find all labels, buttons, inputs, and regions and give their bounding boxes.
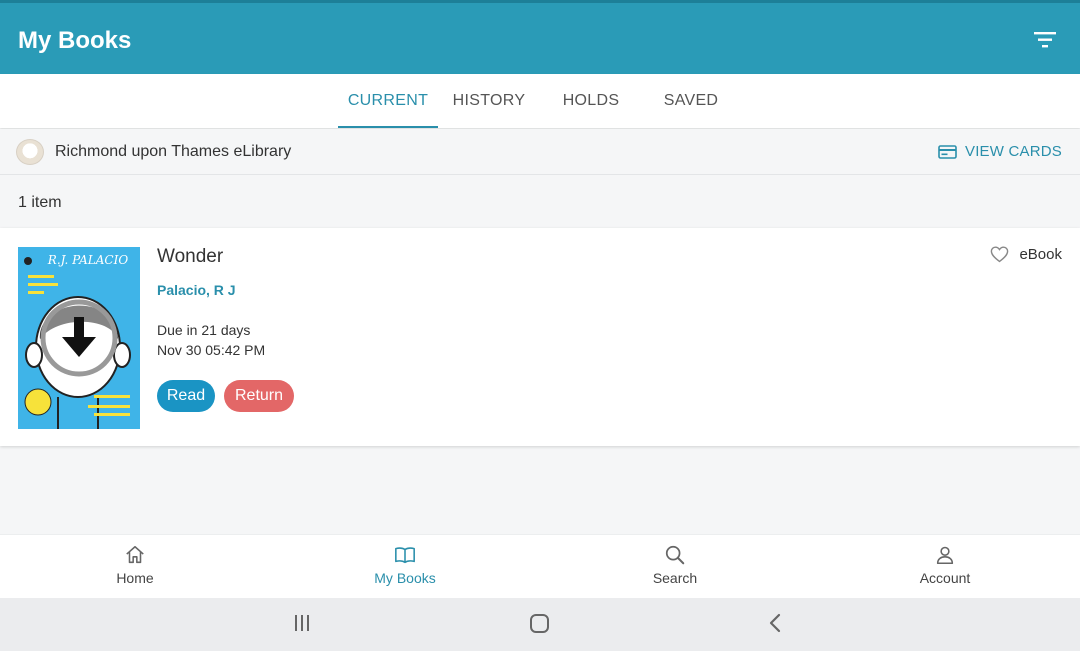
library-logo [16, 139, 44, 165]
page-title: My Books [18, 27, 132, 54]
return-button[interactable]: Return [224, 380, 294, 412]
filter-icon[interactable] [1034, 31, 1056, 49]
due-in: Due in 21 days [157, 322, 251, 338]
account-icon [936, 546, 954, 565]
book-title[interactable]: Wonder [157, 246, 223, 268]
due-info: Due in 21 days Nov 30 05:42 PM [157, 320, 265, 360]
nav-my-books-label: My Books [374, 570, 436, 586]
library-name: Richmond upon Thames eLibrary [55, 143, 292, 160]
search-icon [665, 545, 685, 565]
view-cards-button[interactable]: VIEW CARDS [938, 143, 1062, 160]
book-author[interactable]: Palacio, R J [157, 282, 236, 298]
view-cards-label: VIEW CARDS [964, 143, 1062, 160]
app-bar: My Books [0, 0, 1080, 74]
bottom-nav: Home My Books Search Account [0, 534, 1080, 599]
home-system-icon[interactable] [529, 612, 551, 634]
tab-history[interactable]: HISTORY [441, 74, 537, 128]
card-icon [938, 144, 957, 159]
nav-home-label: Home [116, 570, 154, 586]
format-row: eBook [990, 246, 1062, 263]
system-nav-bar [0, 598, 1080, 651]
book-icon [395, 547, 415, 564]
item-count: 1 item [18, 194, 62, 211]
nav-search-label: Search [652, 570, 698, 586]
download-icon[interactable] [40, 299, 118, 377]
tab-holds[interactable]: HOLDS [543, 74, 639, 128]
nav-search[interactable]: Search [605, 541, 745, 597]
cover-art: R.J. PALACIO [18, 247, 140, 429]
nav-home[interactable]: Home [65, 541, 205, 597]
nav-account[interactable]: Account [875, 541, 1015, 597]
recent-apps-icon[interactable] [292, 612, 312, 634]
tab-current[interactable]: CURRENT [338, 74, 438, 128]
format-label: eBook [1019, 246, 1062, 263]
tab-saved[interactable]: SAVED [643, 74, 739, 128]
nav-account-label: Account [919, 570, 971, 586]
nav-my-books[interactable]: My Books [335, 541, 475, 597]
book-card: R.J. PALACIO Wonder Palacio, R J Due in … [0, 228, 1080, 446]
back-icon[interactable] [766, 612, 786, 634]
heart-icon[interactable] [990, 246, 1009, 263]
library-row: Richmond upon Thames eLibrary VIEW CARDS [0, 129, 1080, 175]
book-cover[interactable]: R.J. PALACIO [18, 247, 140, 429]
tab-bar: CURRENT HISTORY HOLDS SAVED [0, 74, 1080, 128]
home-icon [126, 545, 144, 564]
read-button[interactable]: Read [157, 380, 215, 412]
cover-author-text: R.J. PALACIO [47, 253, 129, 267]
due-date: Nov 30 05:42 PM [157, 342, 266, 358]
